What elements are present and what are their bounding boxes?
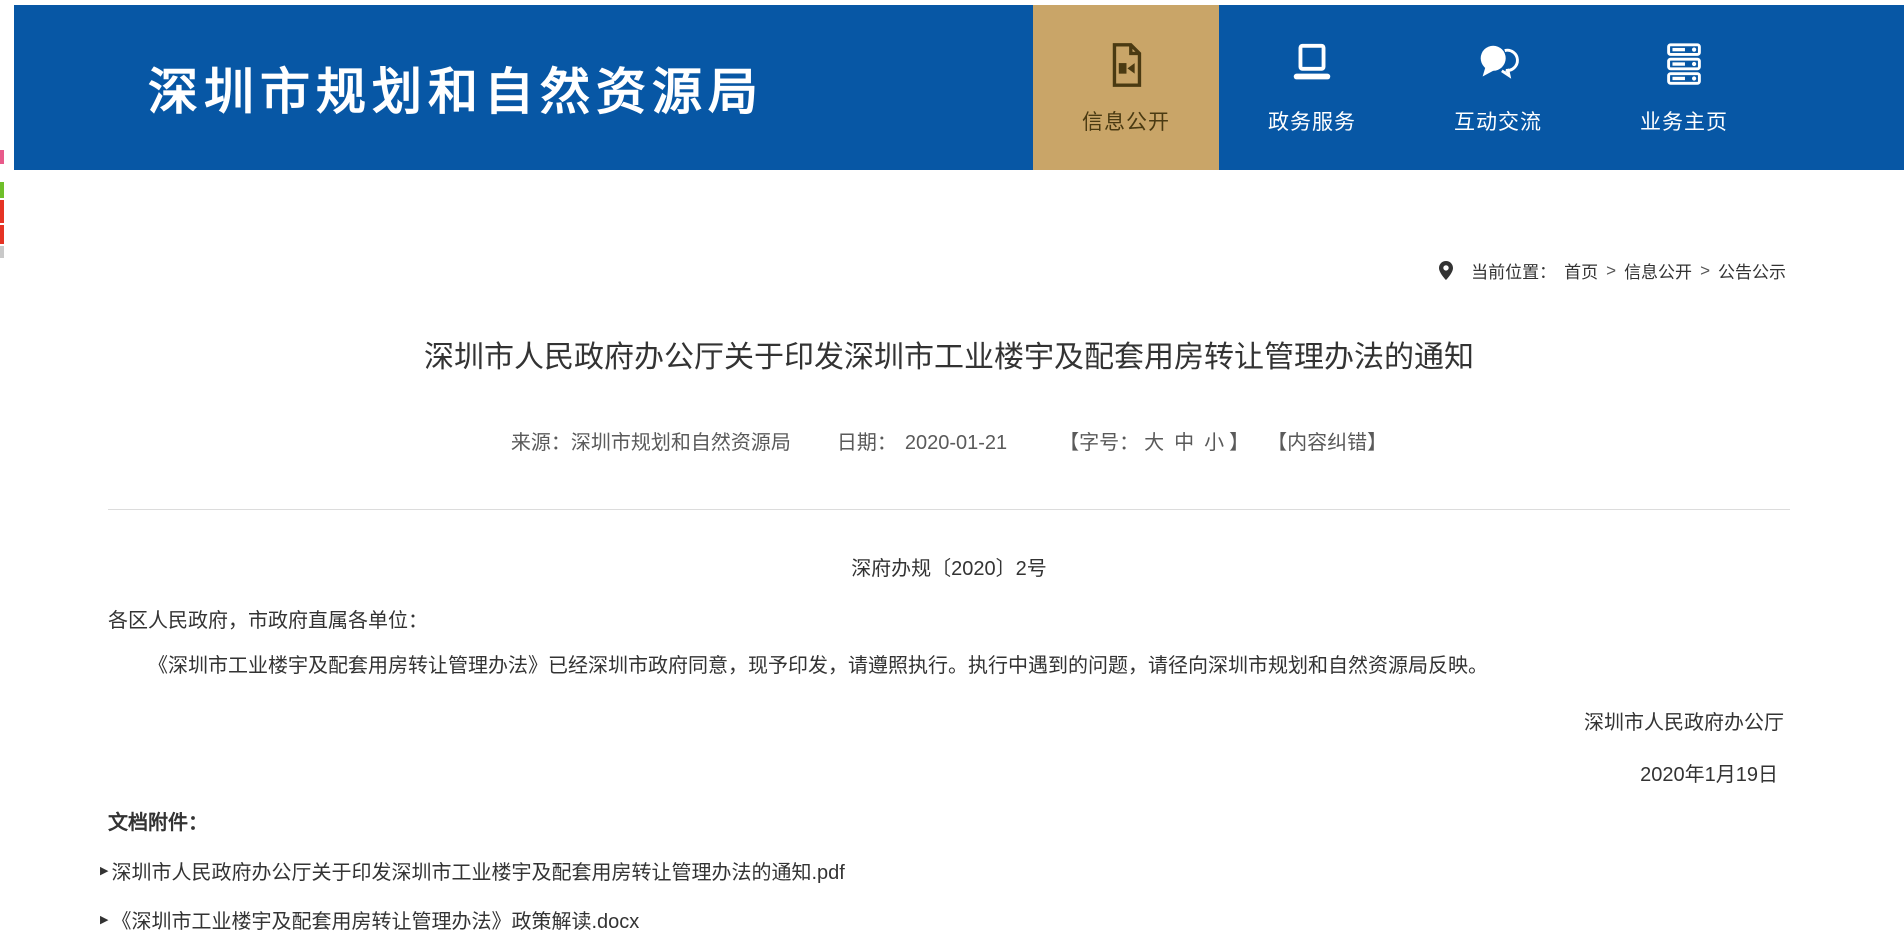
tab-label: 业务主页 [1640,106,1728,136]
edge-widget-fragment [0,182,4,198]
triangle-bullet-icon: ▶ [100,864,108,877]
chat-bubbles-icon [1473,40,1523,90]
article-title: 深圳市人民政府办公厅关于印发深圳市工业楼宇及配套用房转让管理办法的通知 [108,332,1790,376]
page: 深圳市规划和自然资源局 信息公开 [0,0,1904,932]
meta-source: 来源：深圳市规划和自然资源局 [511,426,791,455]
tab-label: 政务服务 [1268,106,1356,136]
breadcrumb-announcements[interactable]: 公告公示 [1718,258,1786,283]
breadcrumb-separator: > [1700,261,1710,281]
edge-widget-fragment [0,225,4,244]
header-divider [108,509,1790,510]
document-number: 深府办规〔2020〕2号 [108,552,1790,581]
tab-label: 信息公开 [1082,106,1170,136]
tab-information-disclosure[interactable]: 信息公开 [1033,5,1219,170]
laptop-icon [1287,40,1337,90]
body-paragraph: 《深圳市工业楼宇及配套用房转让管理办法》已经深圳市政府同意，现予印发，请遵照执行… [108,650,1790,682]
meta-date: 日期： 2020-01-21 [837,426,1007,455]
site-header: 深圳市规划和自然资源局 信息公开 [14,5,1904,170]
meta-date-value: 2020-01-21 [905,432,1007,454]
font-size-suffix: 】 [1229,432,1249,454]
location-pin-icon [1439,261,1453,280]
tab-interactive-exchange[interactable]: 互动交流 [1405,5,1591,170]
attachments-label: 文档附件： [108,806,208,835]
edge-widget-fragment [0,150,4,164]
meta-date-label: 日期： [837,432,897,454]
edge-widget-fragment [0,246,4,258]
salutation: 各区人民政府，市政府直属各单位： [108,604,428,633]
breadcrumb: 当前位置： 首页 > 信息公开 > 公告公示 [1439,258,1786,283]
main-nav: 信息公开 政务服务 [1033,5,1777,170]
tab-label: 互动交流 [1454,106,1542,136]
breadcrumb-home[interactable]: 首页 [1564,258,1598,283]
signing-date: 2020年1月19日 [108,758,1790,787]
site-logo-title[interactable]: 深圳市规划和自然资源局 [148,52,764,124]
attachment-link-docx[interactable]: ▶ 《深圳市工业楼宇及配套用房转让管理办法》政策解读.docx [100,905,639,932]
document-media-icon [1101,40,1151,90]
triangle-bullet-icon: ▶ [100,913,108,926]
font-size-medium-button[interactable]: 中 [1174,432,1194,454]
tab-government-services[interactable]: 政务服务 [1219,5,1405,170]
font-size-prefix: 【字号： [1059,432,1139,454]
edge-widget-fragment [0,200,4,223]
attachment-name: 《深圳市工业楼宇及配套用房转让管理办法》政策解读.docx [111,905,639,932]
attachment-name: 深圳市人民政府办公厅关于印发深圳市工业楼宇及配套用房转让管理办法的通知.pdf [111,856,844,885]
server-stack-icon [1659,40,1709,90]
font-size-small-button[interactable]: 小 [1204,432,1224,454]
article-meta: 来源：深圳市规划和自然资源局 日期： 2020-01-21 【字号：大中小】 【内… [108,426,1790,455]
breadcrumb-info-disclosure[interactable]: 信息公开 [1624,258,1692,283]
content-correction-button[interactable]: 【内容纠错】 [1267,426,1387,455]
font-size-control: 【字号：大中小】 [1059,426,1249,455]
attachment-link-pdf[interactable]: ▶ 深圳市人民政府办公厅关于印发深圳市工业楼宇及配套用房转让管理办法的通知.pd… [100,856,845,885]
breadcrumb-separator: > [1606,261,1616,281]
tab-business-homepage[interactable]: 业务主页 [1591,5,1777,170]
font-size-large-button[interactable]: 大 [1144,432,1164,454]
breadcrumb-label: 当前位置： [1471,258,1556,283]
signing-authority: 深圳市人民政府办公厅 [108,706,1790,735]
